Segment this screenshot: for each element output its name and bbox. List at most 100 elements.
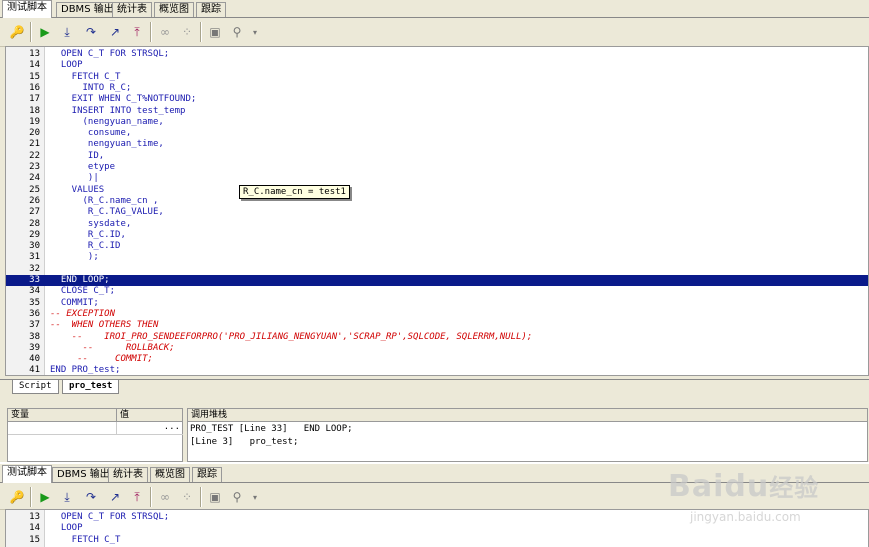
tab-dbms-output-2[interactable]: DBMS 输出 [52,467,115,482]
code-line[interactable]: 21 nengyuan_time, [6,139,868,150]
code-text: OPEN C_T FOR STRSQL; [50,512,170,522]
chevron-down-icon[interactable]: ▾ [246,488,264,506]
line-number: 18 [29,105,40,116]
line-number: 17 [29,94,40,105]
run-to-exception-icon[interactable]: ⤒ [128,23,146,41]
breakpoint-icon[interactable]: ⁘ [178,488,196,506]
tab-pro-test[interactable]: pro_test [62,380,120,394]
code-line[interactable]: 13 OPEN C_T FOR STRSQL; [6,49,868,60]
debug-key-icon[interactable]: 🔑 [8,488,26,506]
line-number: 21 [29,139,40,150]
tab-statistics-2[interactable]: 统计表 [108,467,148,482]
debug-key-icon[interactable]: 🔑 [8,23,26,41]
tab-test-script-2[interactable]: 测试脚本 [2,465,52,483]
code-line[interactable]: 25 VALUES [6,185,868,196]
line-number: 29 [29,229,40,240]
run-icon[interactable]: ▶ [36,23,54,41]
output-window-icon[interactable]: ▣ [206,488,224,506]
tab-trace-2[interactable]: 跟踪 [192,467,222,482]
code-line[interactable]: 28 sysdate, [6,219,868,230]
code-line[interactable]: 23 etype [6,162,868,173]
tab-test-script[interactable]: 测试脚本 [2,0,52,18]
variable-name-cell[interactable] [8,422,116,435]
line-number: 24 [29,173,40,184]
watch-icon[interactable]: ∞ [156,23,174,41]
code-text: END PRO_test; [50,365,121,376]
code-line[interactable]: 27 R_C.TAG_VALUE, [6,207,868,218]
code-line[interactable]: 22 ID, [6,151,868,162]
code-line[interactable]: 20 consume, [6,128,868,139]
code-line[interactable]: 36 -- EXCEPTION [6,309,868,320]
code-text: OPEN C_T FOR STRSQL; [50,49,170,59]
code-line[interactable]: 35 COMMIT; [6,298,868,309]
chevron-down-icon[interactable]: ▾ [246,23,264,41]
code-line[interactable]: 34 CLOSE C_T; [6,286,868,297]
code-text: INTO R_C; [50,82,132,93]
code-line[interactable]: 32 [6,264,868,275]
line-number: 16 [29,82,40,93]
code-line[interactable]: 26 (R_C.name_cn , [6,196,868,207]
search-icon[interactable]: ⚲ [228,23,246,41]
code-text: VALUES [50,184,105,195]
code-line[interactable]: 38 -- IROI_PRO_SENDEEFORPRO('PRO_JILIANG… [6,332,868,343]
code-line[interactable]: 39 -- ROLLBACK; [6,343,868,354]
code-text: END LOOP; [50,275,110,285]
watch-icon[interactable]: ∞ [156,488,174,506]
code-line[interactable]: 18 INSERT INTO test_temp [6,106,868,117]
tab-script[interactable]: Script [12,380,59,394]
code-line[interactable]: 16 INTO R_C; [6,83,868,94]
code-text: etype [50,162,116,172]
code-line[interactable]: 30 R_C.ID [6,241,868,252]
code-text: ID, [50,150,105,161]
tab-trace[interactable]: 跟踪 [196,2,226,17]
run-to-exception-icon[interactable]: ⤒ [128,488,146,506]
variable-value-cell[interactable]: ... [116,422,183,435]
code-line[interactable]: 24 )| [6,173,868,184]
step-over-icon[interactable]: ↷ [82,23,100,41]
code-text: -- EXCEPTION [50,308,116,319]
step-into-icon[interactable]: ⤓ [58,488,76,506]
code-text: COMMIT; [50,297,99,308]
code-line[interactable]: 14 LOOP [6,60,868,71]
code-line[interactable]: 33 END LOOP; [6,275,868,287]
line-number: 22 [29,150,40,161]
code-line[interactable]: 37 -- WHEN OTHERS THEN [6,320,868,331]
step-over-icon[interactable]: ↷ [82,488,100,506]
line-number: 39 [29,342,40,353]
line-number: 25 [29,184,40,195]
line-number: 20 [29,128,40,139]
code-line[interactable]: 19 (nengyuan_name, [6,117,868,128]
line-number: 41 [29,365,40,376]
ellipsis-button[interactable]: ... [164,422,180,432]
step-out-icon[interactable]: ↗ [106,23,124,41]
top-tab-bar: 测试脚本 DBMS 输出 统计表 概览图 跟踪 [0,0,869,18]
tab-dbms-output[interactable]: DBMS 输出 [56,2,119,17]
code-text: FETCH C_T [50,534,121,545]
line-number: 13 [29,512,40,522]
call-stack-row[interactable]: PRO_TEST [Line 33] END LOOP; [190,423,353,435]
tab-profiler[interactable]: 概览图 [154,2,194,17]
tab-statistics[interactable]: 统计表 [112,2,152,17]
code-text: nengyuan_time, [50,139,164,150]
output-window-icon[interactable]: ▣ [206,23,224,41]
step-out-icon[interactable]: ↗ [106,488,124,506]
line-number: 30 [29,241,40,252]
call-stack-row[interactable]: [Line 3] pro_test; [190,436,298,448]
code-line[interactable]: 31 ); [6,252,868,263]
search-icon[interactable]: ⚲ [228,488,246,506]
run-icon[interactable]: ▶ [36,488,54,506]
code-line[interactable]: 17 EXIT WHEN C_T%NOTFOUND; [6,94,868,105]
tab-profiler-2[interactable]: 概览图 [150,467,190,482]
code-line[interactable]: 40 -- COMMIT; [6,354,868,365]
code-line[interactable]: 29 R_C.ID, [6,230,868,241]
code-line[interactable]: 15 FETCH C_T [6,72,868,83]
code-line[interactable]: 41 END PRO_test; [6,365,868,376]
step-into-icon[interactable]: ⤓ [58,23,76,41]
script-tab-bar: Script pro_test [0,379,869,396]
code-editor[interactable]: 13 OPEN C_T FOR STRSQL; 14 LOOP 15 FETCH C… [5,46,869,376]
debug-value-tooltip: R_C.name_cn = test1 [239,185,350,199]
code-text: -- ROLLBACK; [50,342,175,353]
breakpoint-icon[interactable]: ⁘ [178,23,196,41]
variable-column-header: 变量 [8,409,116,422]
code-text: (R_C.name_cn , [50,195,159,206]
